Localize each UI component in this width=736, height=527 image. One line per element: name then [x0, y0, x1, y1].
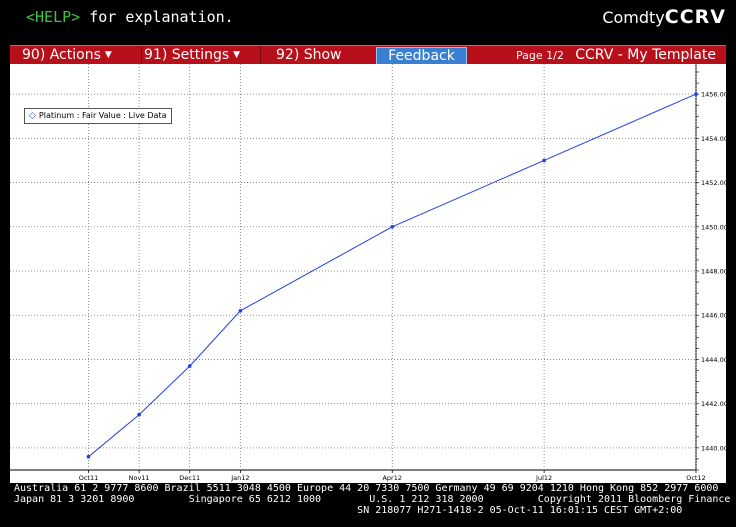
- data-point: [86, 454, 91, 459]
- diamond-marker-icon: ◇: [29, 111, 36, 121]
- footer-copyright-line: Japan 81 3 3201 8900 Singapore 65 6212 1…: [14, 494, 736, 505]
- y-tick-label: 1444.00: [701, 356, 726, 364]
- footer: Australia 61 2 9777 8600 Brazil 5511 304…: [14, 483, 736, 516]
- function-code: CCRV: [664, 6, 726, 28]
- x-tick-label: Dec11: [179, 474, 200, 482]
- footer-session-line: SN 218077 H271-1418-2 05-Oct-11 16:01:15…: [14, 505, 683, 516]
- data-point: [137, 412, 141, 417]
- chevron-down-icon: ▼: [233, 50, 241, 60]
- y-tick-label: 1452.00: [701, 179, 726, 187]
- y-tick-label: 1450.00: [701, 223, 726, 231]
- legend-label: Platinum : Fair Value : Live Data: [38, 111, 167, 120]
- data-point: [187, 364, 192, 368]
- y-tick-label: 1448.00: [701, 268, 726, 276]
- x-tick-label: Jan12: [230, 474, 249, 482]
- y-tick-label: 1454.00: [701, 135, 726, 143]
- template-title: CCRV - My Template: [575, 47, 716, 63]
- menu-bar: 90) Actions ▼ 91) Settings ▼ 92) Show Feed…: [10, 45, 726, 66]
- x-tick-label: Nov11: [129, 474, 150, 482]
- settings-label: 91) Settings: [144, 47, 230, 63]
- actions-menu-button[interactable]: 90) Actions ▼: [18, 46, 142, 65]
- chart-area: 1440.00 1442.00 1444.00 1446.00 1448.00 1450.…: [10, 64, 728, 483]
- y-tick-label: 1442.00: [701, 400, 726, 408]
- x-tick-label: Oct12: [686, 474, 706, 482]
- settings-menu-button[interactable]: 91) Settings ▼: [140, 46, 261, 65]
- help-key[interactable]: <HELP>: [26, 8, 80, 26]
- x-tick-label: Oct11: [79, 474, 99, 482]
- x-tick-label: Jul12: [535, 474, 552, 482]
- chevron-down-icon: ▼: [104, 50, 112, 60]
- top-bar: <HELP> for explanation. ComdtyCCRV: [0, 0, 736, 40]
- page-indicator: Page 1/2: [516, 49, 564, 62]
- line-chart: 1440.00 1442.00 1444.00 1446.00 1448.00 1450.…: [10, 64, 728, 482]
- data-point: [542, 158, 546, 163]
- help-text: for explanation.: [80, 8, 234, 26]
- actions-label: 90) Actions: [22, 47, 101, 63]
- data-point: [238, 309, 243, 313]
- show-label: 92) Show: [276, 47, 342, 63]
- y-tick-label: 1440.00: [701, 444, 726, 452]
- chart-legend: ◇ Platinum : Fair Value : Live Data: [24, 108, 172, 124]
- y-tick-label: 1446.00: [701, 312, 726, 320]
- show-menu-button[interactable]: 92) Show: [272, 46, 370, 65]
- ticker-title: ComdtyCCRV: [602, 6, 726, 28]
- y-tick-label: 1456.00: [701, 91, 726, 99]
- help-hint: <HELP> for explanation.: [26, 8, 234, 26]
- data-point: [390, 224, 395, 229]
- data-point: [694, 92, 698, 96]
- footer-contacts-line: Australia 61 2 9777 8600 Brazil 5511 304…: [14, 483, 719, 494]
- ticker-prefix: Comdty: [602, 8, 665, 27]
- x-tick-label: Apr12: [382, 474, 402, 482]
